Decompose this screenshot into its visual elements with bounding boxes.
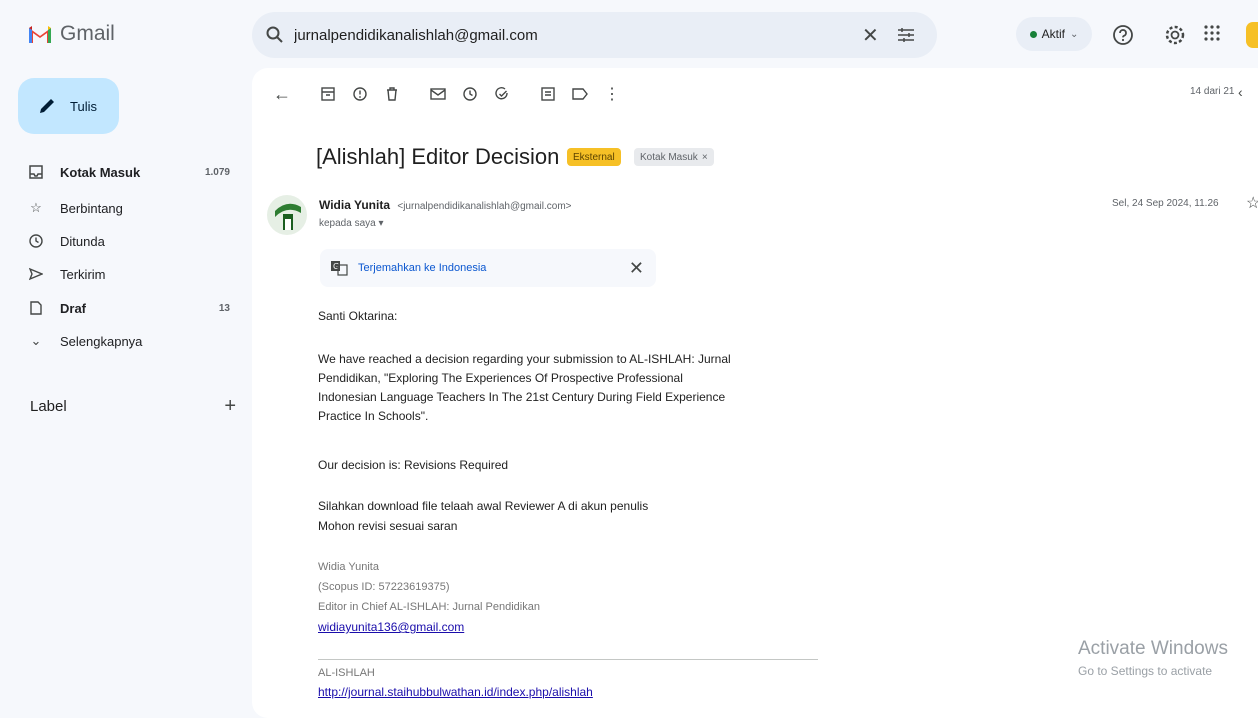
delete-icon[interactable] [380,82,404,106]
search-options-icon[interactable] [897,27,915,43]
search-icon[interactable] [266,26,284,44]
gear-icon[interactable] [1164,24,1186,46]
label-chip-inbox[interactable]: Kotak Masuk × [634,148,714,166]
inbox-icon [28,165,44,179]
footer-url-row: http://journal.staihubbulwathan.id/index… [318,683,593,703]
draft-count: 13 [218,302,230,314]
clear-search-icon[interactable]: ✕ [862,23,879,48]
sidebar-item-label: Selengkapnya [60,333,143,349]
footer-name: AL-ISHLAH [318,667,375,679]
star-icon: ☆ [30,200,42,215]
watermark-title: Activate Windows [1078,638,1228,659]
email-instruction: Silahkan download file telaah awal Revie… [318,499,649,513]
unread-count: 1.079 [204,166,230,178]
message-toolbar: ← ⋮ [270,82,624,106]
sidebar-item-more[interactable]: ⌄ Selengkapnya [28,329,238,353]
label-section-header: Label + [30,395,236,418]
report-spam-icon[interactable] [348,82,372,106]
label-chip-external[interactable]: Eksternal [567,148,621,166]
account-avatar[interactable] [1246,22,1258,48]
divider [318,659,818,660]
email-instruction: Mohon revisi sesuai saran [318,519,458,533]
watermark-subtitle: Go to Settings to activate [1078,664,1213,678]
search-input[interactable] [292,25,856,45]
sender-name[interactable]: Widia Yunita [319,198,390,212]
star-icon[interactable]: ☆ [1246,193,1258,213]
chevron-down-icon: ▾ [378,218,384,229]
pagination-text: 14 dari 21 [1190,86,1235,97]
email-greeting: Santi Oktarina: [318,309,398,323]
compose-button[interactable]: Tulis [18,78,119,134]
draft-icon [28,301,44,315]
label-chip-text: Kotak Masuk [640,151,698,163]
compose-label: Tulis [70,98,97,114]
signature-name: Widia Yunita [318,561,379,573]
paragraph-line: Indonesian Language Teachers In The 21st… [318,390,726,404]
close-icon[interactable]: ✕ [629,258,644,279]
archive-icon[interactable] [316,82,340,106]
signature-scopus: (Scopus ID: 57223619375) [318,581,450,593]
search-bar[interactable]: ✕ [252,12,937,58]
move-to-icon[interactable] [536,82,560,106]
remove-label-icon[interactable]: × [702,152,708,163]
translate-banner: G Terjemahkan ke Indonesia ✕ [320,249,656,287]
gmail-m-icon [28,25,52,43]
sidebar-item-label: Terkirim [60,266,106,282]
email-decision: Our decision is: Revisions Required [318,458,509,472]
signature-role: Editor in Chief AL-ISHLAH: Jurnal Pendid… [318,601,540,613]
sender-email: <jurnalpendidikanalishlah@gmail.com> [397,201,572,212]
translate-icon: G [330,260,348,276]
recipient-line[interactable]: kepada saya ▾ [319,218,384,229]
chevron-down-icon: ⌄ [1069,28,1079,40]
add-label-button[interactable]: + [224,395,236,418]
add-task-icon[interactable] [490,82,514,106]
signature-email-row: widiayunita136@gmail.com [318,618,464,638]
more-vertical-icon[interactable]: ⋮ [600,82,624,106]
snooze-icon[interactable] [458,82,482,106]
sidebar-item-label: Kotak Masuk [60,164,141,180]
activation-watermark: Activate Windows Go to Settings to activ… [1078,638,1228,678]
paragraph-line: Practice In Schools". [318,409,429,423]
sidebar-item-snoozed[interactable]: Ditunda [28,229,238,253]
gmail-logo[interactable]: Gmail [28,22,115,46]
sidebar-item-starred[interactable]: ☆ Berbintang [28,196,238,220]
translate-link[interactable]: Terjemahkan ke Indonesia [358,262,486,274]
apps-grid-icon[interactable] [1203,24,1221,42]
chevron-down-icon: ⌄ [30,333,42,348]
help-icon[interactable] [1112,24,1134,46]
sidebar-item-label: Draf [60,300,87,316]
email-paragraph: We have reached a decision regarding you… [318,350,731,426]
label-heading: Label [30,398,67,415]
sender-line: Widia Yunita <jurnalpendidikanalishlah@g… [319,198,572,212]
email-subject: [Alishlah] Editor Decision [316,144,560,169]
mark-unread-icon[interactable] [426,82,450,106]
sidebar-item-label: Ditunda [60,233,105,249]
sidebar-item-sent[interactable]: Terkirim [28,262,238,286]
chevron-left-icon[interactable]: ‹ [1238,84,1243,100]
paragraph-line: We have reached a decision regarding you… [318,352,731,366]
sidebar-item-inbox[interactable]: Kotak Masuk 1.079 [28,160,238,184]
message-date: Sel, 24 Sep 2024, 11.26 [1112,198,1219,209]
active-status-dot [1029,30,1037,38]
sender-avatar[interactable] [267,195,307,235]
recipient-text: kepada saya [319,218,376,229]
app-name: Gmail [60,22,115,45]
signature-email-link[interactable]: widiayunita136@gmail.com [318,620,464,634]
footer-url-link[interactable]: http://journal.staihubbulwathan.id/index… [318,685,593,699]
status-label: Aktif [1041,27,1065,41]
sidebar-item-label: Berbintang [60,200,123,216]
status-chip[interactable]: Aktif ⌄ [1016,17,1092,51]
sidebar-item-drafts[interactable]: Draf 13 [28,296,238,320]
send-icon [28,267,44,281]
back-arrow-icon[interactable]: ← [270,82,294,106]
pencil-icon [38,97,56,115]
clock-icon [28,234,44,248]
label-tag-icon[interactable] [568,82,592,106]
paragraph-line: Pendidikan, "Exploring The Experiences O… [318,371,683,385]
